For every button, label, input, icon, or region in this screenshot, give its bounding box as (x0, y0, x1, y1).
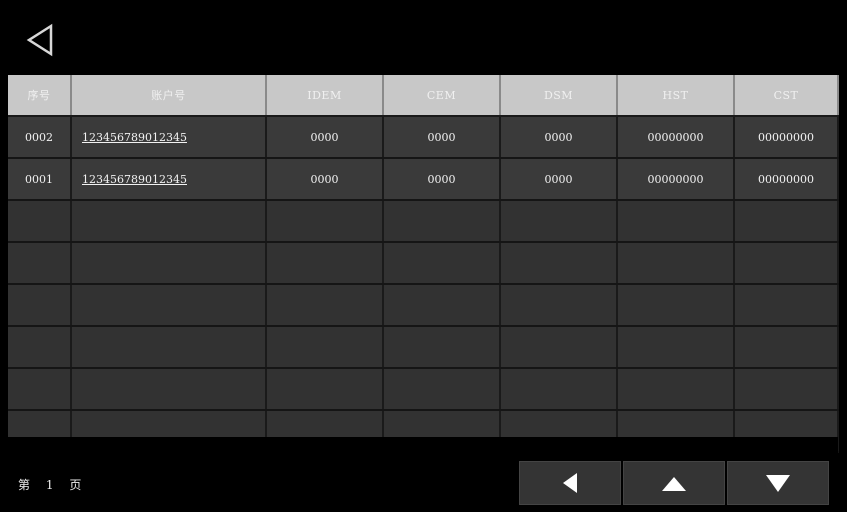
triangle-up-icon (662, 477, 686, 491)
cell-hst: 00000000 (617, 116, 735, 159)
scroll-down-button[interactable] (727, 461, 829, 505)
cell-cem: 0000 (383, 158, 501, 201)
header-idem: IDEM (266, 75, 384, 117)
cell-cst: 00000000 (734, 116, 839, 159)
cell-idem: 0000 (266, 116, 384, 159)
header-cst: CST (734, 75, 839, 117)
triangle-left-icon (563, 473, 577, 493)
table-header-row: 序号 账户号 IDEM CEM DSM HST CST (8, 75, 839, 117)
header-cem: CEM (383, 75, 501, 117)
header-hst: HST (617, 75, 735, 117)
cell-account: 123456789012345 (71, 116, 267, 159)
cell-dsm: 0000 (500, 116, 618, 159)
empty-row[interactable] (8, 200, 839, 243)
cell-idem: 0000 (266, 158, 384, 201)
empty-row[interactable] (8, 284, 839, 327)
page-indicator: 第 1 页 (18, 476, 93, 493)
header-index: 序号 (8, 75, 72, 117)
page-prefix: 第 (18, 478, 31, 492)
cell-dsm: 0000 (500, 158, 618, 201)
header-dsm: DSM (500, 75, 618, 117)
empty-row[interactable] (8, 326, 839, 369)
table-row[interactable]: 0002 123456789012345 0000 0000 0000 0000… (8, 116, 839, 159)
record-table: 序号 账户号 IDEM CEM DSM HST CST 0002 1234567… (8, 75, 839, 453)
cell-cst: 00000000 (734, 158, 839, 201)
cell-index: 0001 (8, 158, 72, 201)
cell-cem: 0000 (383, 116, 501, 159)
back-button[interactable] (18, 20, 62, 60)
cell-account: 123456789012345 (71, 158, 267, 201)
scroll-up-button[interactable] (623, 461, 725, 505)
page-number: 1 (45, 478, 54, 492)
triangle-down-icon (766, 475, 790, 492)
header-account: 账户号 (71, 75, 267, 117)
table-row[interactable]: 0001 123456789012345 0000 0000 0000 0000… (8, 158, 839, 201)
empty-row[interactable] (8, 242, 839, 285)
cell-index: 0002 (8, 116, 72, 159)
prev-page-button[interactable] (519, 461, 621, 505)
page-suffix: 页 (69, 478, 82, 492)
empty-row[interactable] (8, 368, 839, 411)
back-icon (26, 23, 53, 57)
cell-hst: 00000000 (617, 158, 735, 201)
